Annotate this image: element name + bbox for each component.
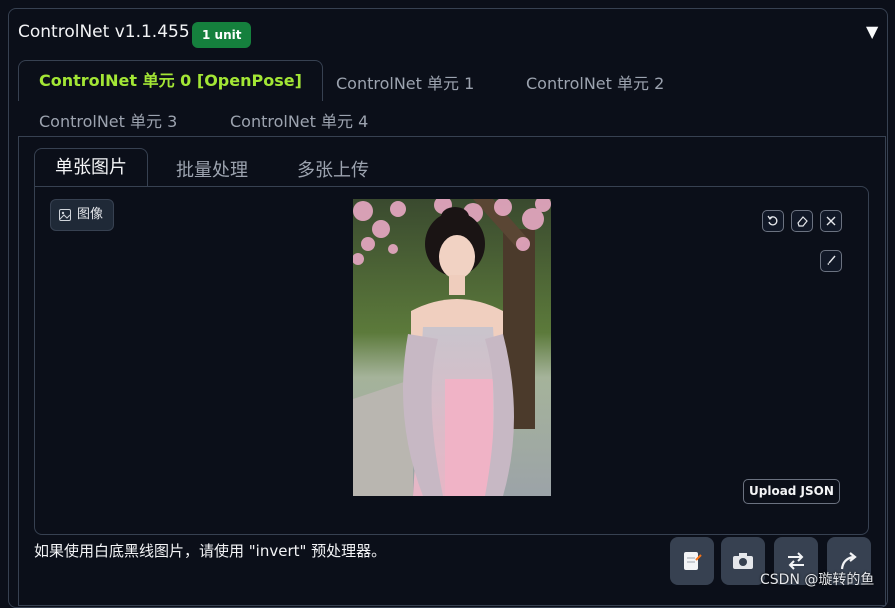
close-icon[interactable] [820, 210, 842, 232]
tab-batch[interactable]: 批量处理 [176, 156, 248, 182]
tab-unit-3-label: ControlNet 单元 3 [39, 112, 178, 131]
image-label-text: 图像 [77, 207, 104, 222]
tab-multi-upload-label: 多张上传 [297, 160, 369, 181]
brush-icon[interactable] [820, 250, 842, 272]
triangle-down-icon[interactable]: ▼ [866, 22, 878, 41]
tab-unit-4[interactable]: ControlNet 单元 4 [230, 108, 368, 132]
tab-multi-upload[interactable]: 多张上传 [297, 156, 369, 182]
invert-hint: 如果使用白底黑线图片，请使用 "invert" 预处理器。 [34, 542, 387, 560]
undo-icon[interactable] [762, 210, 784, 232]
panel-title[interactable]: ControlNet v1.1.455 [18, 22, 190, 42]
tab-unit-1-label: ControlNet 单元 1 [336, 74, 475, 93]
tab-batch-label: 批量处理 [176, 160, 248, 181]
edit-icon[interactable] [670, 537, 714, 585]
tab-unit-4-label: ControlNet 单元 4 [230, 112, 369, 131]
camera-icon[interactable] [721, 537, 765, 585]
unit-count-badge: 1 unit [192, 22, 252, 48]
csdn-watermark: CSDN @璇转的鱼 [760, 572, 875, 588]
tab-unit-3[interactable]: ControlNet 单元 3 [39, 108, 177, 132]
image-icon [59, 209, 71, 221]
image-label: 图像 [50, 199, 115, 231]
input-image[interactable] [353, 199, 551, 496]
tab-unit-0-label: ControlNet 单元 0 [OpenPose] [39, 71, 302, 90]
portrait-photo [353, 199, 551, 496]
tab-unit-0[interactable]: ControlNet 单元 0 [OpenPose] [18, 60, 323, 101]
tab-unit-1[interactable]: ControlNet 单元 1 [336, 70, 474, 94]
tab-single-image[interactable]: 单张图片 [34, 148, 148, 187]
tab-single-image-label: 单张图片 [55, 157, 127, 178]
eraser-icon[interactable] [791, 210, 813, 232]
tab-unit-2-label: ControlNet 单元 2 [526, 74, 665, 93]
tab-unit-2[interactable]: ControlNet 单元 2 [526, 70, 664, 94]
upload-json-button[interactable]: Upload JSON [743, 479, 840, 504]
